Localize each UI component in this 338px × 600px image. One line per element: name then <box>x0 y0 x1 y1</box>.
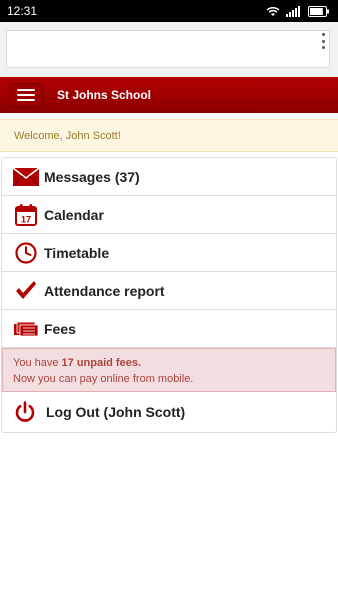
signal-icon <box>286 5 300 17</box>
hamburger-icon[interactable] <box>9 83 43 107</box>
url-input[interactable] <box>6 30 330 68</box>
menu-item-timetable[interactable]: Timetable <box>2 234 336 272</box>
clock-icon <box>12 241 40 265</box>
alert-prefix: You have <box>13 357 62 369</box>
alert-line-2: Now you can pay online from mobile. <box>13 373 194 385</box>
status-bar: 12:31 <box>0 0 338 22</box>
alert-highlight: 17 unpaid fees. <box>61 357 142 369</box>
money-icon <box>12 317 40 341</box>
main-menu: Messages (37) 17 Calendar Timetable Atte… <box>1 157 337 433</box>
status-icons <box>266 5 330 17</box>
browser-toolbar <box>0 22 338 77</box>
status-time: 12:31 <box>7 4 38 18</box>
wifi-icon <box>266 6 280 16</box>
alert-line-1: You have 17 unpaid fees. <box>13 355 335 371</box>
app-title: St Johns School <box>57 88 152 102</box>
battery-icon <box>308 5 329 17</box>
logout-button[interactable]: Log Out (John Scott) <box>2 392 336 432</box>
calendar-icon-text: 17 <box>21 214 31 224</box>
menu-item-label: Attendance report <box>44 282 165 299</box>
power-icon <box>14 400 36 424</box>
more-vert-icon[interactable] <box>316 31 330 51</box>
welcome-banner: Welcome, John Scott! <box>0 119 338 152</box>
menu-item-label: Fees <box>44 320 76 337</box>
menu-item-label: Timetable <box>44 244 110 261</box>
menu-item-fees[interactable]: Fees <box>2 310 336 348</box>
checkmark-icon <box>12 279 40 303</box>
welcome-text: Welcome, John Scott! <box>14 129 121 142</box>
menu-item-label: Calendar <box>44 206 104 223</box>
calendar-icon: 17 <box>12 203 40 227</box>
envelope-icon <box>12 165 40 189</box>
menu-item-attendance[interactable]: Attendance report <box>2 272 336 310</box>
menu-item-messages[interactable]: Messages (37) <box>2 158 336 196</box>
logout-label: Log Out (John Scott) <box>46 404 186 420</box>
app-header: St Johns School <box>0 77 338 113</box>
menu-item-label: Messages (37) <box>44 168 140 185</box>
menu-item-calendar[interactable]: 17 Calendar <box>2 196 336 234</box>
unpaid-fees-alert[interactable]: You have 17 unpaid fees. Now you can pay… <box>2 348 336 392</box>
